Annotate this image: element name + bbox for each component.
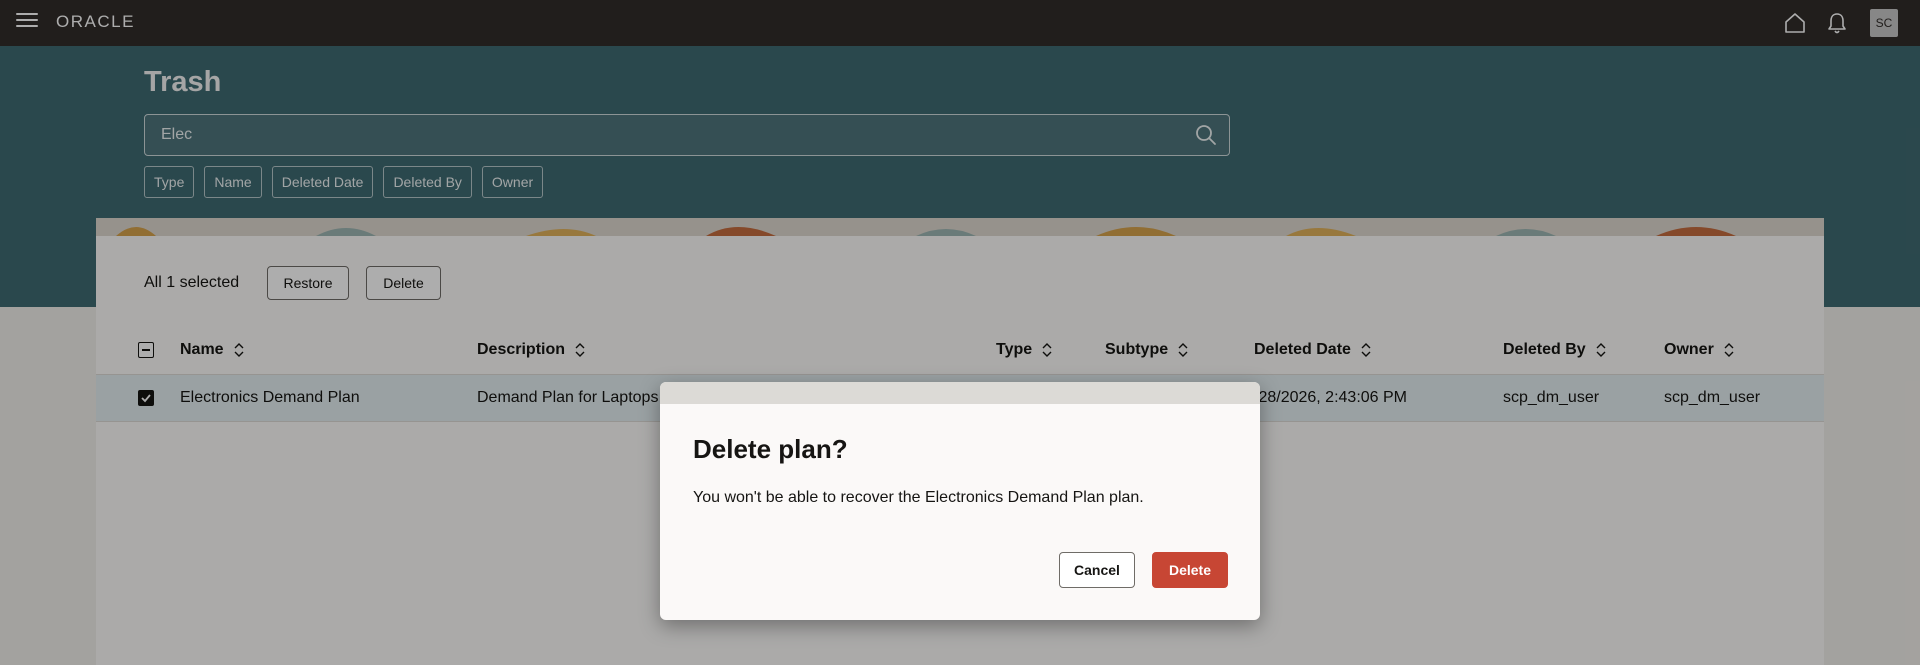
dialog-title: Delete plan? bbox=[693, 434, 848, 464]
dialog-message: You won't be able to recover the Electro… bbox=[693, 489, 1144, 506]
cancel-button[interactable]: Cancel bbox=[1059, 552, 1135, 588]
delete-plan-dialog: Delete plan? You won't be able to recove… bbox=[660, 382, 1260, 620]
dialog-decorative-strip bbox=[660, 382, 1260, 404]
confirm-delete-button[interactable]: Delete bbox=[1152, 552, 1228, 588]
